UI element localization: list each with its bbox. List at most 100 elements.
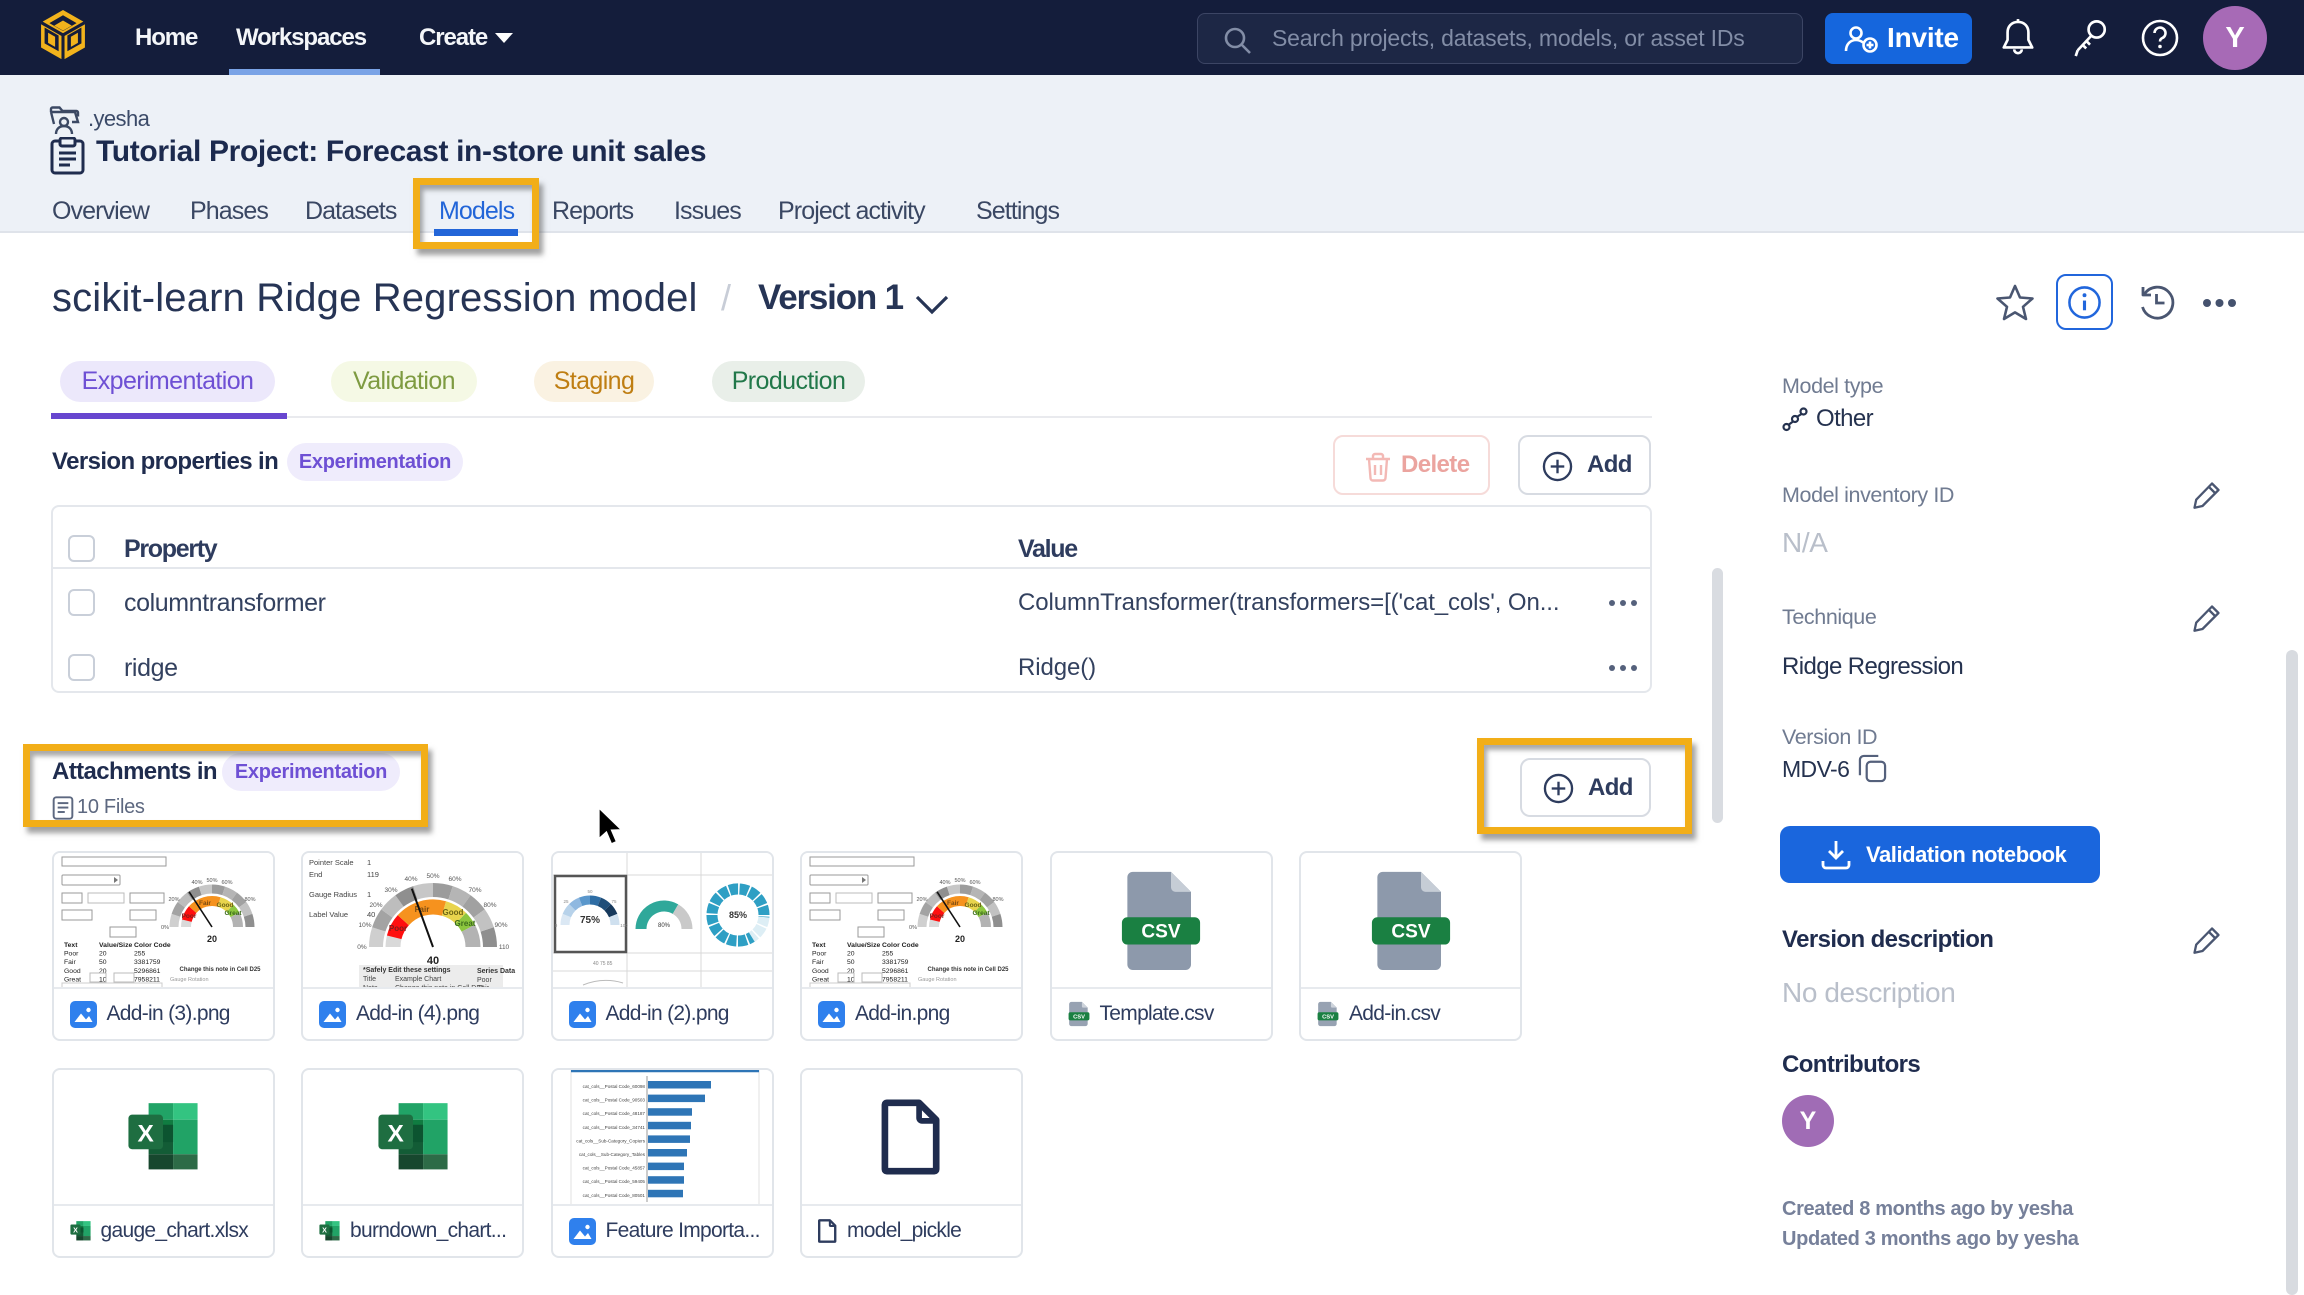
svg-text:Value/Size: Value/Size [847,942,880,949]
svg-text:Example Chart: Example Chart [395,976,441,983]
svg-text:Color Code: Color Code [882,942,919,949]
svg-text:80%: 80% [244,897,255,903]
svg-text:Color Code: Color Code [134,942,171,949]
svg-text:Good: Good [64,968,81,975]
svg-text:Title: Title [363,976,376,983]
svg-text:90%: 90% [494,922,507,929]
svg-text:Great: Great [973,910,991,917]
svg-text:cat_cols__Postal Code_34741: cat_cols__Postal Code_34741 [582,1125,645,1130]
svg-text:Fair: Fair [812,959,824,966]
svg-text:Value/Size: Value/Size [99,942,132,949]
svg-text:cat_cols__Postal Code_45857: cat_cols__Postal Code_45857 [582,1166,645,1171]
svg-text:7958211: 7958211 [882,976,908,983]
svg-text:20%: 20% [916,897,927,903]
svg-text:3381759: 3381759 [882,959,909,966]
svg-text:85%: 85% [728,910,746,920]
svg-text:20: 20 [847,951,855,958]
svg-text:50: 50 [99,959,107,966]
svg-text:0%: 0% [161,925,169,931]
svg-text:Poor: Poor [389,924,407,933]
svg-text:CSV: CSV [1322,1015,1334,1021]
svg-text:Poor: Poor [477,977,492,984]
svg-text:Poor: Poor [64,951,79,958]
svg-text:Good: Good [216,902,233,909]
svg-text:cat_cols__Postal Code_60098: cat_cols__Postal Code_60098 [582,1084,645,1089]
svg-text:Change this note in Cell D25: Change this note in Cell D25 [927,967,1009,973]
svg-text:Fair: Fair [64,959,76,966]
svg-text:7958211: 7958211 [134,976,160,983]
svg-text:75: 75 [611,899,617,904]
svg-text:40 75 85: 40 75 85 [593,961,613,967]
svg-text:*Safely Edit these settings: *Safely Edit these settings [363,967,451,974]
svg-text:cat_cols__Postal Code_48187: cat_cols__Postal Code_48187 [582,1111,645,1116]
svg-text:20: 20 [99,951,107,958]
svg-text:cat_cols__Postal Code_80501: cat_cols__Postal Code_80501 [582,1193,645,1198]
svg-text:30%: 30% [384,887,397,894]
svg-text:cat_cols__Postal Code_90503: cat_cols__Postal Code_90503 [582,1098,645,1103]
svg-text:50%: 50% [954,878,965,884]
svg-text:Great: Great [64,976,81,983]
svg-text:50%: 50% [426,873,439,880]
svg-text:80%: 80% [992,897,1003,903]
svg-text:40%: 40% [939,880,950,886]
svg-text:50: 50 [847,959,855,966]
svg-text:CSV: CSV [1391,921,1431,942]
svg-text:CSV: CSV [1073,1015,1085,1021]
svg-text:End: End [309,870,322,879]
svg-text:1: 1 [367,858,371,867]
svg-text:119: 119 [367,870,379,879]
svg-text:Great: Great [455,919,476,928]
svg-text:50%: 50% [206,878,217,884]
svg-text:3381759: 3381759 [134,959,161,966]
svg-text:60%: 60% [448,876,461,883]
svg-text:Change this note in Cell D25: Change this note in Cell D25 [179,967,261,973]
svg-text:Poor: Poor [181,913,196,920]
svg-text:Poor: Poor [930,913,945,920]
svg-text:X: X [138,1120,155,1147]
svg-text:cat_cols__Sub-Category_Tables: cat_cols__Sub-Category_Tables [578,1152,645,1157]
svg-text:40: 40 [367,910,375,919]
svg-text:60%: 60% [969,880,980,886]
svg-text:Gauge Rotation: Gauge Rotation [918,977,957,983]
svg-text:75%: 75% [579,915,599,926]
svg-text:Fair: Fair [415,905,430,914]
svg-text:Text: Text [64,942,78,949]
svg-text:20%: 20% [168,897,179,903]
svg-text:cat_cols__Sub-Category_Copiers: cat_cols__Sub-Category_Copiers [576,1138,645,1143]
svg-text:40%: 40% [191,880,202,886]
svg-text:Great: Great [812,976,829,983]
svg-text:255: 255 [882,951,894,958]
svg-text:5296861: 5296861 [882,968,909,975]
svg-text:Fair: Fair [199,900,211,907]
svg-text:Gauge Rotation: Gauge Rotation [170,977,209,983]
svg-text:60%: 60% [221,880,232,886]
svg-text:10%: 10% [358,922,371,929]
svg-text:Good: Good [812,968,829,975]
svg-text:X: X [387,1120,404,1147]
svg-text:70%: 70% [468,887,481,894]
svg-text:50: 50 [587,889,593,894]
svg-text:Pointer Scale: Pointer Scale [309,858,354,867]
svg-text:CSV: CSV [1141,921,1181,942]
svg-text:Good: Good [965,902,982,909]
svg-text:110: 110 [499,944,510,951]
svg-text:1: 1 [367,890,371,899]
svg-text:0%: 0% [357,944,367,951]
svg-text:20: 20 [955,934,965,944]
svg-text:Series Data: Series Data [477,968,515,975]
svg-text:Label Value: Label Value [309,910,348,919]
svg-text:X: X [322,1226,327,1234]
svg-text:40%: 40% [404,876,417,883]
svg-text:5296861: 5296861 [134,968,161,975]
svg-text:Gauge Radius: Gauge Radius [309,890,357,899]
svg-text:Great: Great [224,910,242,917]
svg-text:80%: 80% [657,923,670,929]
svg-text:Good: Good [443,908,464,917]
svg-text:100: 100 [620,923,628,928]
svg-text:X: X [73,1226,78,1234]
svg-text:Poor: Poor [812,951,827,958]
svg-text:Fair: Fair [947,900,959,907]
svg-text:80%: 80% [483,902,496,909]
svg-text:25: 25 [563,899,569,904]
svg-text:20: 20 [206,934,216,944]
